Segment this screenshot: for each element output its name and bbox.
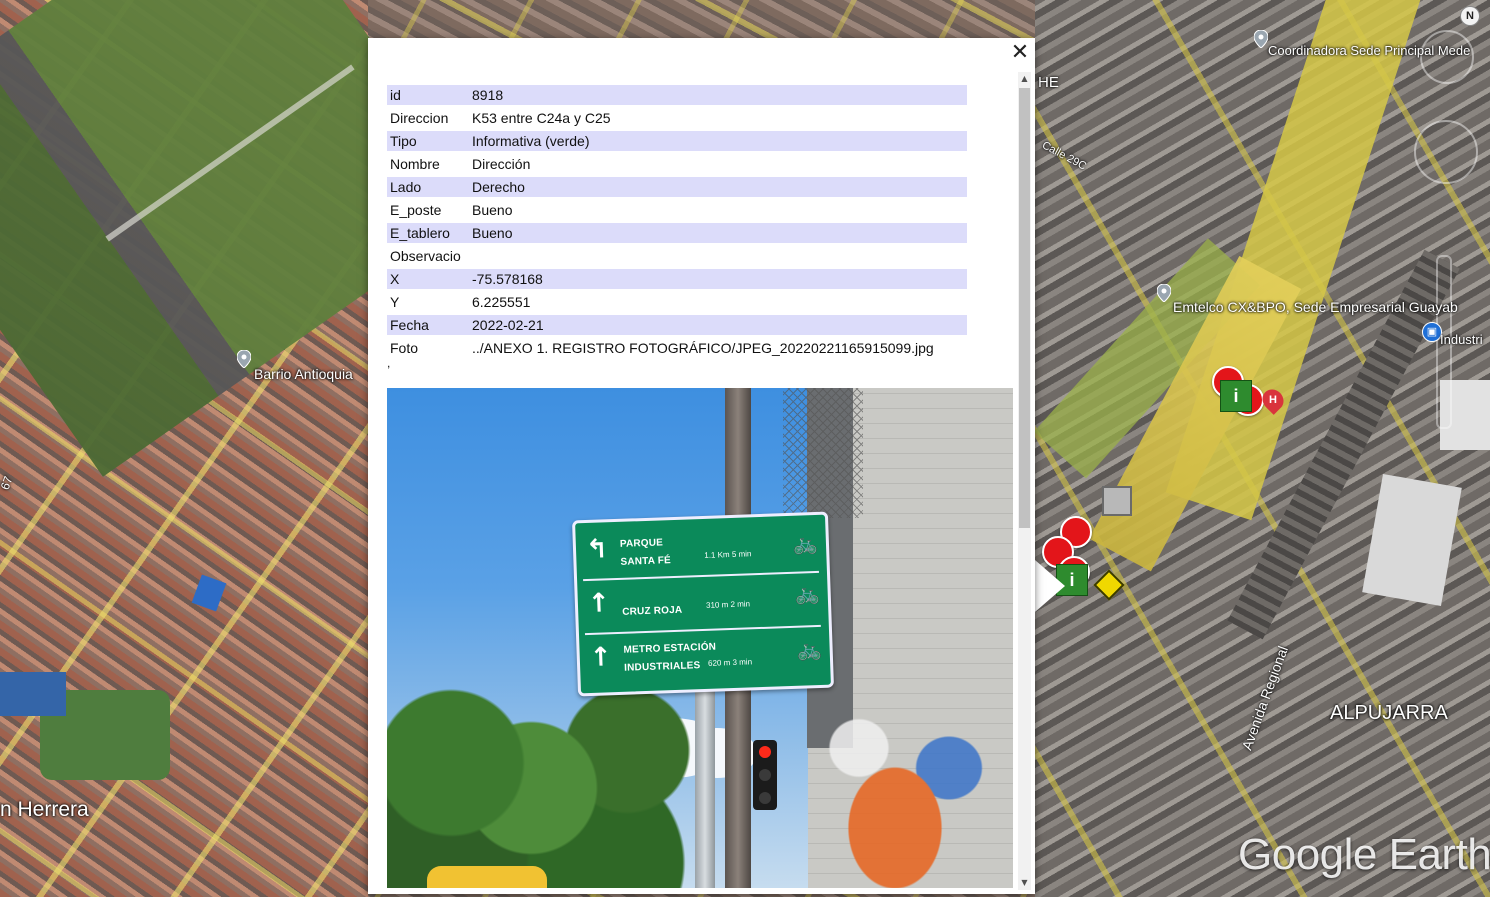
attr-key: Foto xyxy=(390,340,419,356)
sign-distance: 620 m 3 min xyxy=(707,657,753,668)
attr-value xyxy=(469,246,967,266)
table-row: X -75.578168 xyxy=(387,269,967,289)
table-row: Nombre Dirección xyxy=(387,154,967,174)
map-label-herrera: n Herrera xyxy=(0,798,89,821)
vertical-scrollbar[interactable]: ▲ ▼ xyxy=(1018,72,1031,890)
sign-destination-line2: INDUSTRIALES xyxy=(624,660,701,674)
sign-row: ↰ PARQUE SANTA FÉ 1.1 Km 5 min 🚲 xyxy=(575,519,827,580)
attr-key: Direccion xyxy=(390,110,449,126)
sign-row: ↑ CRUZ ROJA 310 m 2 min 🚲 xyxy=(577,573,829,634)
tram-station-icon[interactable]: ▣ xyxy=(1422,322,1442,342)
sign-destination-line2: SANTA FÉ xyxy=(620,555,672,568)
sign-distance: 1.1 Km 5 min xyxy=(704,549,752,560)
table-row: E_poste Bueno xyxy=(387,200,967,220)
table-row: Tipo Informativa (verde) xyxy=(387,131,967,151)
scrollbar-thumb[interactable] xyxy=(1019,88,1030,528)
turn-left-arrow-icon: ↰ xyxy=(585,534,609,566)
taxi xyxy=(427,866,547,888)
bicycle-icon: 🚲 xyxy=(792,530,819,556)
attr-value: Bueno xyxy=(472,202,513,218)
sign-photo: ↰ PARQUE SANTA FÉ 1.1 Km 5 min 🚲 ↑ CRUZ … xyxy=(387,388,1013,888)
attr-key: Observacio xyxy=(390,248,461,264)
traffic-light-green xyxy=(759,792,771,804)
map-label-alpujarra: ALPUJARRA xyxy=(1330,702,1448,724)
table-row: Direccion K53 entre C24a y C25 xyxy=(387,108,967,128)
attr-value: 2022-02-21 xyxy=(469,315,967,335)
attr-value: Bueno xyxy=(469,223,967,243)
attr-value: Informativa (verde) xyxy=(469,131,967,151)
place-pin-icon[interactable] xyxy=(1157,284,1171,302)
traffic-light-amber xyxy=(759,769,771,781)
attr-key: E_poste xyxy=(390,202,442,218)
attr-value: K53 entre C24a y C25 xyxy=(472,110,611,126)
placemark-balloon: ✕ id 8918 Direccion K53 entre C24a y C25 T… xyxy=(368,38,1035,894)
table-row: Observacio xyxy=(387,246,967,266)
table-row: E_tablero Bueno xyxy=(387,223,967,243)
scroll-up-arrow-icon[interactable]: ▲ xyxy=(1018,72,1031,86)
attr-key: Nombre xyxy=(390,156,440,172)
straight-arrow-icon: ↑ xyxy=(589,642,613,673)
bicycle-icon: 🚲 xyxy=(794,580,821,606)
place-pin-icon[interactable] xyxy=(1254,30,1268,48)
map-label-coordinadora[interactable]: Coordinadora Sede Principal Mede xyxy=(1268,43,1470,58)
attr-value: -75.578168 xyxy=(469,269,967,289)
close-icon[interactable]: ✕ xyxy=(1009,42,1031,64)
compass-icon[interactable]: N xyxy=(1460,6,1480,26)
attr-key: Lado xyxy=(387,177,469,197)
gray-square-marker[interactable] xyxy=(1102,486,1132,516)
barbed-wire xyxy=(783,388,863,518)
balloon-pointer xyxy=(1035,560,1065,612)
blue-roof-building xyxy=(0,672,66,716)
navigation-ring-icon[interactable] xyxy=(1414,120,1478,184)
bicycle-icon: 🚲 xyxy=(796,636,823,662)
graffiti xyxy=(823,688,1003,888)
metal-pole xyxy=(695,678,715,888)
sign-destination-line1: PARQUE xyxy=(619,537,664,550)
map-label-industriales[interactable]: Industri xyxy=(1440,332,1483,347)
traffic-light-red xyxy=(759,746,771,758)
attr-key: Fecha xyxy=(387,315,469,335)
table-row: Lado Derecho xyxy=(387,177,967,197)
place-pin-icon[interactable] xyxy=(237,350,251,368)
straight-arrow-icon: ↑ xyxy=(587,588,611,620)
scroll-down-arrow-icon[interactable]: ▼ xyxy=(1018,876,1031,890)
sign-destination-line2: CRUZ ROJA xyxy=(622,604,683,618)
attr-value: Derecho xyxy=(469,177,967,197)
attributes-table: id 8918 Direccion K53 entre C24a y C25 Tip… xyxy=(387,82,967,361)
sign-row: ↑ METRO ESTACIÓN INDUSTRIALES 620 m 3 mi… xyxy=(579,627,831,688)
attr-key: E_tablero xyxy=(387,223,469,243)
table-row: Y 6.225551 xyxy=(387,292,967,312)
balloon-content: id 8918 Direccion K53 entre C24a y C25 Tip… xyxy=(387,82,1013,888)
map-label-emtelco[interactable]: Emtelco CX&BPO, Sede Empresarial Guayab xyxy=(1173,299,1458,315)
table-row: id 8918 xyxy=(387,85,967,105)
trailing-text: , xyxy=(387,356,391,370)
map-label-he: HE xyxy=(1038,74,1059,91)
table-row: Fecha 2022-02-21 xyxy=(387,315,967,335)
attr-value: 8918 xyxy=(469,85,967,105)
hospital-marker-label: H xyxy=(1269,394,1277,406)
attr-key: X xyxy=(387,269,469,289)
table-row: Foto ../ANEXO 1. REGISTRO FOTOGRÁFICO/JPE… xyxy=(387,338,967,358)
attr-key: Tipo xyxy=(387,131,469,151)
traffic-light xyxy=(753,740,777,810)
attr-value: ../ANEXO 1. REGISTRO FOTOGRÁFICO/JPEG_20… xyxy=(472,340,934,356)
map-label-barrio-antioquia[interactable]: Barrio Antioquia xyxy=(254,366,353,382)
google-earth-watermark: Google Earth xyxy=(1238,830,1490,879)
sign-destination-line1: METRO ESTACIÓN xyxy=(623,641,717,656)
info-sign-marker[interactable]: i xyxy=(1220,380,1252,412)
sign-distance: 310 m 2 min xyxy=(705,599,751,610)
attr-value: Dirección xyxy=(472,156,531,172)
attr-key: Y xyxy=(390,294,400,310)
attr-value: 6.225551 xyxy=(472,294,531,310)
attr-key: id xyxy=(387,85,469,105)
green-direction-sign: ↰ PARQUE SANTA FÉ 1.1 Km 5 min 🚲 ↑ CRUZ … xyxy=(572,511,834,697)
